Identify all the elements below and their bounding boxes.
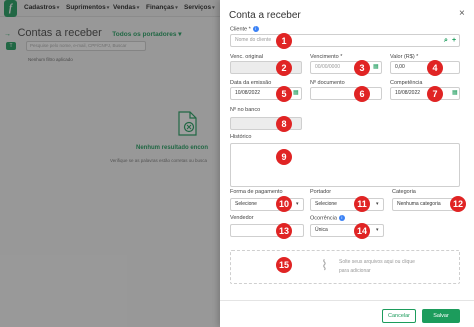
data-emissao-label: Data da emissão — [230, 80, 272, 86]
info-icon[interactable]: i — [252, 26, 259, 32]
calendar-icon[interactable]: ▦ — [452, 87, 458, 100]
save-button[interactable]: Salvar — [422, 309, 460, 323]
step-badge: 1 — [276, 33, 292, 49]
step-badge: 7 — [427, 86, 443, 102]
step-badge: 12 — [450, 196, 466, 212]
portador-label: Portador — [310, 189, 332, 195]
modal-title: Conta a receber — [229, 10, 301, 21]
cliente-label: Cliente * i — [230, 26, 259, 32]
step-badge: 4 — [427, 60, 443, 76]
num-documento-input[interactable] — [310, 87, 382, 100]
search-icon[interactable]: ⌕ — [444, 34, 448, 47]
valor-label: Valor (R$) * — [390, 54, 419, 60]
step-badge: 3 — [354, 60, 370, 76]
historico-textarea[interactable] — [230, 143, 460, 187]
paperclip-icon: ⌇ — [321, 257, 328, 273]
chevron-down-icon: ▾ — [296, 201, 299, 207]
step-badge: 13 — [276, 223, 292, 239]
calendar-icon[interactable]: ▦ — [373, 61, 379, 74]
ocorrencia-select[interactable]: Única — [310, 224, 384, 237]
file-dropzone[interactable]: ⌇ Solte seus arquivos aqui ou clique par… — [230, 250, 460, 284]
conta-a-receber-modal: Conta a receber × Cliente * i Nome do cli… — [220, 0, 474, 327]
historico-label: Histórico — [230, 134, 252, 140]
step-badge: 9 — [276, 149, 292, 165]
forma-pagamento-label: Forma de pagamento — [230, 189, 283, 195]
num-banco-label: Nº no banco — [230, 107, 261, 113]
step-badge: 10 — [276, 196, 292, 212]
dropzone-text: Solte seus arquivos aqui ou clique para … — [339, 259, 415, 274]
chevron-down-icon: ▾ — [376, 227, 379, 233]
close-icon[interactable]: × — [459, 8, 465, 19]
step-badge: 11 — [354, 196, 370, 212]
venc-original-label: Venc. original — [230, 54, 264, 60]
valor-input[interactable]: 0,00 — [390, 61, 460, 74]
cliente-input[interactable]: Nome do cliente — [230, 34, 460, 47]
chevron-down-icon: ▾ — [376, 201, 379, 207]
portador-select[interactable]: Selecione — [310, 198, 384, 211]
calendar-icon[interactable]: ▦ — [293, 87, 299, 100]
competencia-label: Competência — [390, 80, 423, 86]
info-icon[interactable]: i — [338, 215, 345, 221]
num-documento-label: Nº documento — [310, 80, 345, 86]
forma-pagamento-select[interactable]: Selecione — [230, 198, 304, 211]
modal-backdrop[interactable] — [0, 0, 220, 327]
competencia-input[interactable]: 10/08/2022 — [390, 87, 460, 100]
ocorrencia-label: Ocorrência i — [310, 215, 345, 221]
vendedor-input[interactable] — [230, 224, 304, 237]
vencimento-input[interactable]: 00/00/0000 — [310, 61, 382, 74]
step-badge: 8 — [276, 116, 292, 132]
step-badge: 6 — [354, 86, 370, 102]
step-badge: 2 — [276, 60, 292, 76]
step-badge: 14 — [354, 223, 370, 239]
step-badge: 15 — [276, 257, 292, 273]
add-icon[interactable]: + — [452, 34, 456, 47]
categoria-label: Categoria — [392, 189, 416, 195]
footer-divider — [220, 300, 474, 301]
vendedor-label: Vendedor — [230, 215, 254, 221]
vencimento-label: Vencimento * — [310, 54, 343, 60]
cancel-button[interactable]: Cancelar — [382, 309, 416, 323]
step-badge: 5 — [276, 86, 292, 102]
